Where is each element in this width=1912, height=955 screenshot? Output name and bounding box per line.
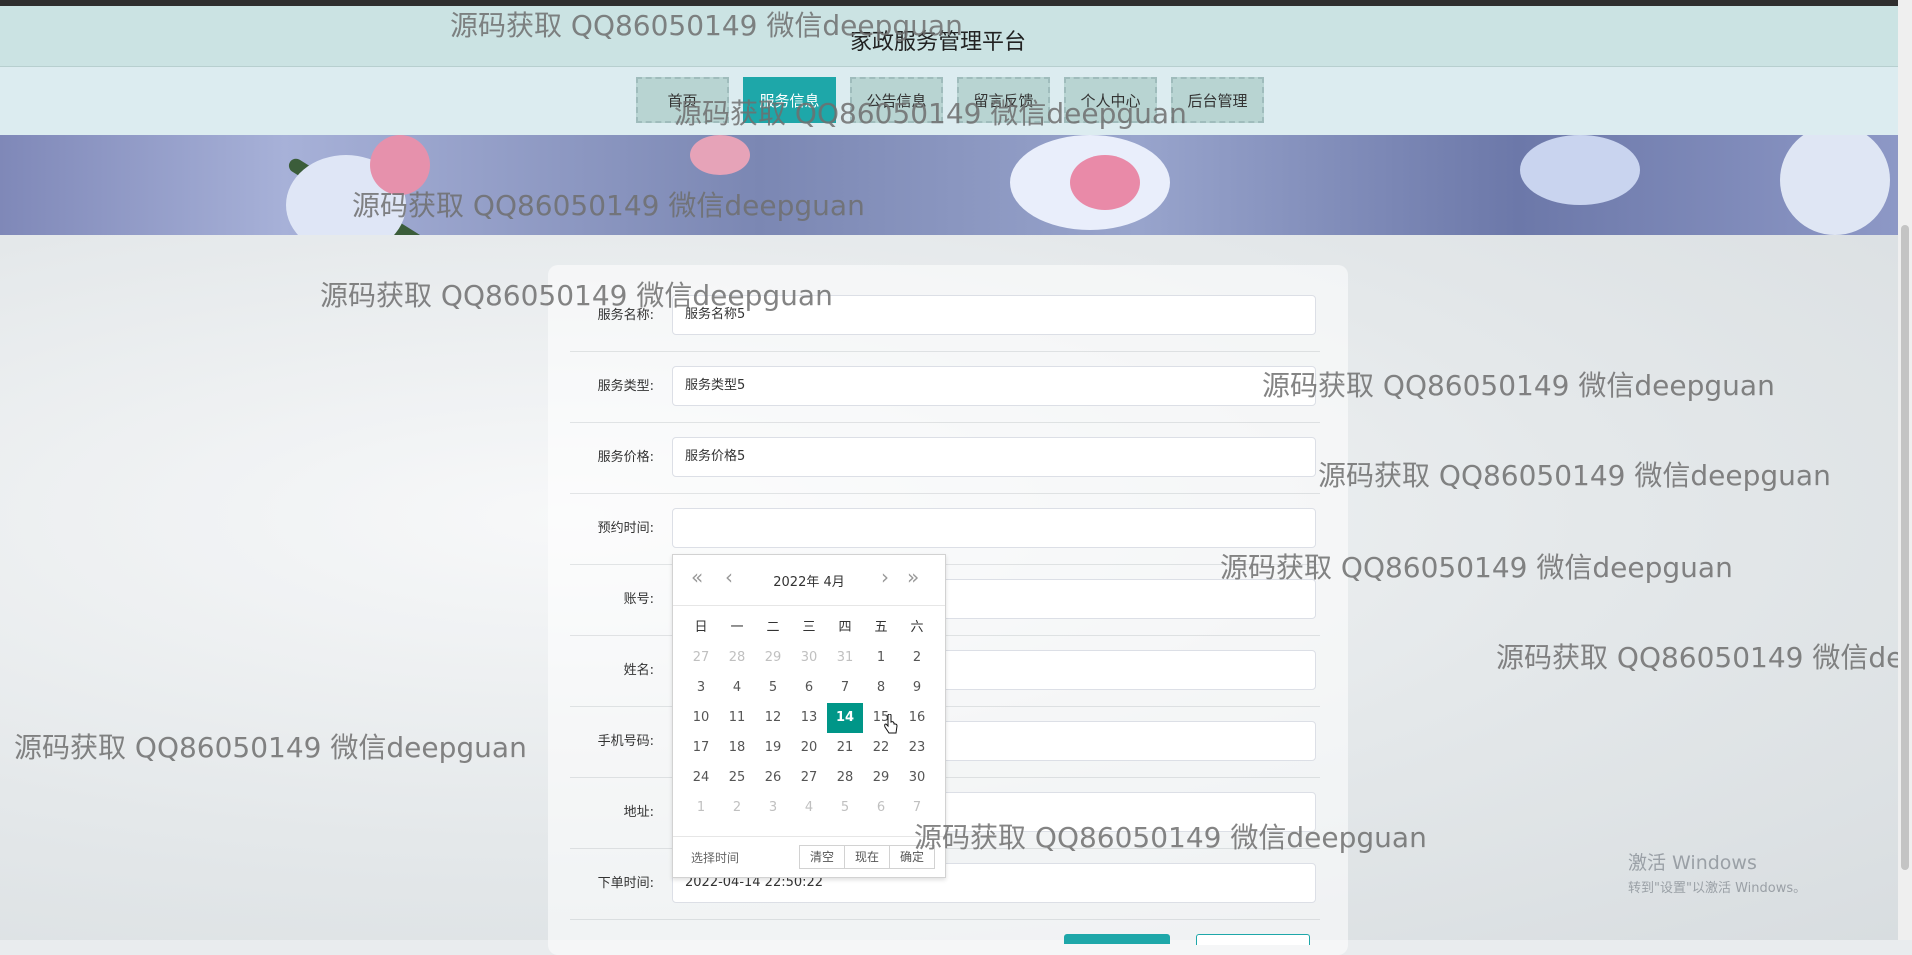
next-year-icon[interactable]: » bbox=[907, 565, 919, 589]
calendar-day[interactable]: 10 bbox=[683, 703, 719, 733]
form-input[interactable]: 服务类型5 bbox=[672, 366, 1316, 406]
calendar-day[interactable]: 8 bbox=[863, 673, 899, 703]
calendar-day[interactable]: 5 bbox=[827, 793, 863, 823]
form-input[interactable] bbox=[672, 508, 1316, 548]
calendar-day[interactable]: 22 bbox=[863, 733, 899, 763]
next-month-icon[interactable]: › bbox=[881, 565, 889, 589]
blossom-center bbox=[1070, 155, 1140, 210]
form-label: 姓名: bbox=[623, 663, 654, 678]
calendar-day[interactable]: 6 bbox=[863, 793, 899, 823]
form-label: 下单时间: bbox=[597, 876, 654, 891]
calendar-day[interactable]: 29 bbox=[755, 643, 791, 673]
calendar-day[interactable]: 2 bbox=[899, 643, 935, 673]
weekday-header: 日 bbox=[694, 620, 708, 635]
weekday-header: 四 bbox=[838, 620, 852, 635]
watermark-text: 源码获取 QQ86050149 微信deepguan bbox=[674, 97, 1187, 130]
watermark-text: 源码获取 QQ86050149 微信deepguan bbox=[1220, 551, 1733, 584]
windows-activation-title: 激活 Windows bbox=[1628, 852, 1757, 874]
calendar-day[interactable]: 4 bbox=[719, 673, 755, 703]
calendar-day[interactable]: 3 bbox=[683, 673, 719, 703]
calendar-day[interactable]: 24 bbox=[683, 763, 719, 793]
watermark-text: 源码获取 QQ86050149 微信deepguan bbox=[450, 9, 963, 42]
form-input[interactable]: 服务价格5 bbox=[672, 437, 1316, 477]
form-row: 服务类型: 服务类型5 bbox=[570, 352, 1320, 423]
form-label: 地址: bbox=[623, 805, 654, 820]
form-label: 服务类型: bbox=[597, 379, 654, 394]
calendar-day[interactable]: 9 bbox=[899, 673, 935, 703]
windows-activation-notice: 激活 Windows 转到"设置"以激活 Windows。 bbox=[1628, 848, 1806, 896]
calendar-day[interactable]: 21 bbox=[827, 733, 863, 763]
date-picker-footer: 选择时间 清空 现在 确定 bbox=[673, 836, 945, 877]
form-label: 预约时间: bbox=[597, 521, 654, 536]
calendar-day[interactable]: 7 bbox=[827, 673, 863, 703]
calendar-day[interactable]: 27 bbox=[791, 763, 827, 793]
weekday-header: 一 bbox=[730, 620, 744, 635]
calendar-week: 1234567 bbox=[683, 793, 935, 823]
hand-cursor-icon bbox=[884, 714, 898, 734]
blossom-shape bbox=[1780, 135, 1890, 235]
calendar-day[interactable]: 2 bbox=[719, 793, 755, 823]
date-picker-header: « ‹ 2022年 4月 › » bbox=[673, 555, 945, 606]
form-label: 手机号码: bbox=[597, 734, 654, 749]
calendar-day[interactable]: 29 bbox=[863, 763, 899, 793]
calendar-day[interactable]: 19 bbox=[755, 733, 791, 763]
date-picker-action-button[interactable]: 现在 bbox=[843, 845, 890, 869]
scrollbar-thumb[interactable] bbox=[1901, 225, 1909, 870]
calendar-day[interactable]: 16 bbox=[899, 703, 935, 733]
calendar-day[interactable]: 14 bbox=[827, 703, 863, 733]
watermark-text: 源码获取 QQ86050149 微信deepguan bbox=[14, 731, 527, 764]
date-picker-popup: « ‹ 2022年 4月 › » 日一二三四五六 27 28 29 30 31 1 2 3 4 5… bbox=[672, 554, 946, 878]
calendar-day[interactable]: 11 bbox=[719, 703, 755, 733]
calendar-day[interactable]: 31 bbox=[827, 643, 863, 673]
windows-activation-subtitle: 转到"设置"以激活 Windows。 bbox=[1628, 881, 1807, 896]
calendar-day[interactable]: 6 bbox=[791, 673, 827, 703]
date-picker-month-label[interactable]: 2022年 4月 bbox=[673, 571, 945, 590]
calendar-day[interactable]: 28 bbox=[719, 643, 755, 673]
calendar-day[interactable]: 3 bbox=[755, 793, 791, 823]
calendar-day[interactable]: 5 bbox=[755, 673, 791, 703]
calendar-day[interactable]: 30 bbox=[899, 763, 935, 793]
calendar-week: 17 18 19 20 21 22 23 bbox=[683, 733, 935, 763]
form-label: 服务价格: bbox=[597, 450, 654, 465]
calendar-day[interactable]: 27 bbox=[683, 643, 719, 673]
weekday-header: 三 bbox=[802, 620, 816, 635]
calendar-day[interactable]: 17 bbox=[683, 733, 719, 763]
watermark-text: 源码获取 QQ86050149 微信deepguan bbox=[1318, 459, 1831, 492]
form-row: 服务价格: 服务价格5 bbox=[570, 423, 1320, 494]
calendar-day[interactable]: 20 bbox=[791, 733, 827, 763]
calendar-week: 3456789 bbox=[683, 673, 935, 703]
blossom-shape bbox=[1520, 135, 1640, 205]
weekday-header: 六 bbox=[910, 620, 924, 635]
calendar-day[interactable]: 1 bbox=[683, 793, 719, 823]
calendar-day[interactable]: 26 bbox=[755, 763, 791, 793]
watermark-text: 源码获取 QQ86050149 微信deepguan bbox=[1496, 641, 1912, 674]
select-time-link[interactable]: 选择时间 bbox=[691, 849, 739, 866]
calendar-day[interactable]: 18 bbox=[719, 733, 755, 763]
calendar-day[interactable]: 4 bbox=[791, 793, 827, 823]
page-scrollbar[interactable] bbox=[1898, 0, 1912, 940]
weekday-header: 五 bbox=[874, 620, 888, 635]
weekday-header: 二 bbox=[766, 620, 780, 635]
calendar-week: 27 28 29 30 31 1 2 bbox=[683, 643, 935, 673]
calendar-day[interactable]: 13 bbox=[791, 703, 827, 733]
banner-image bbox=[0, 135, 1898, 235]
watermark-text: 源码获取 QQ86050149 微信deepguan bbox=[914, 821, 1427, 854]
calendar-day[interactable]: 23 bbox=[899, 733, 935, 763]
calendar-day[interactable]: 30 bbox=[791, 643, 827, 673]
watermark-text: 源码获取 QQ86050149 微信deepguan bbox=[1262, 369, 1775, 402]
calendar-day[interactable]: 25 bbox=[719, 763, 755, 793]
calendar-day[interactable]: 28 bbox=[827, 763, 863, 793]
calendar-day[interactable]: 1 bbox=[863, 643, 899, 673]
submit-button[interactable] bbox=[1064, 934, 1170, 944]
date-picker-action-button[interactable]: 清空 bbox=[798, 845, 845, 869]
calendar-day[interactable]: 12 bbox=[755, 703, 791, 733]
watermark-text: 源码获取 QQ86050149 微信deepguan bbox=[352, 189, 865, 222]
calendar-week: 24 25 26 27 28 29 30 bbox=[683, 763, 935, 793]
blossom-shape bbox=[690, 135, 750, 175]
watermark-text: 源码获取 QQ86050149 微信deepguan bbox=[320, 279, 833, 312]
form-label: 账号: bbox=[623, 592, 654, 607]
